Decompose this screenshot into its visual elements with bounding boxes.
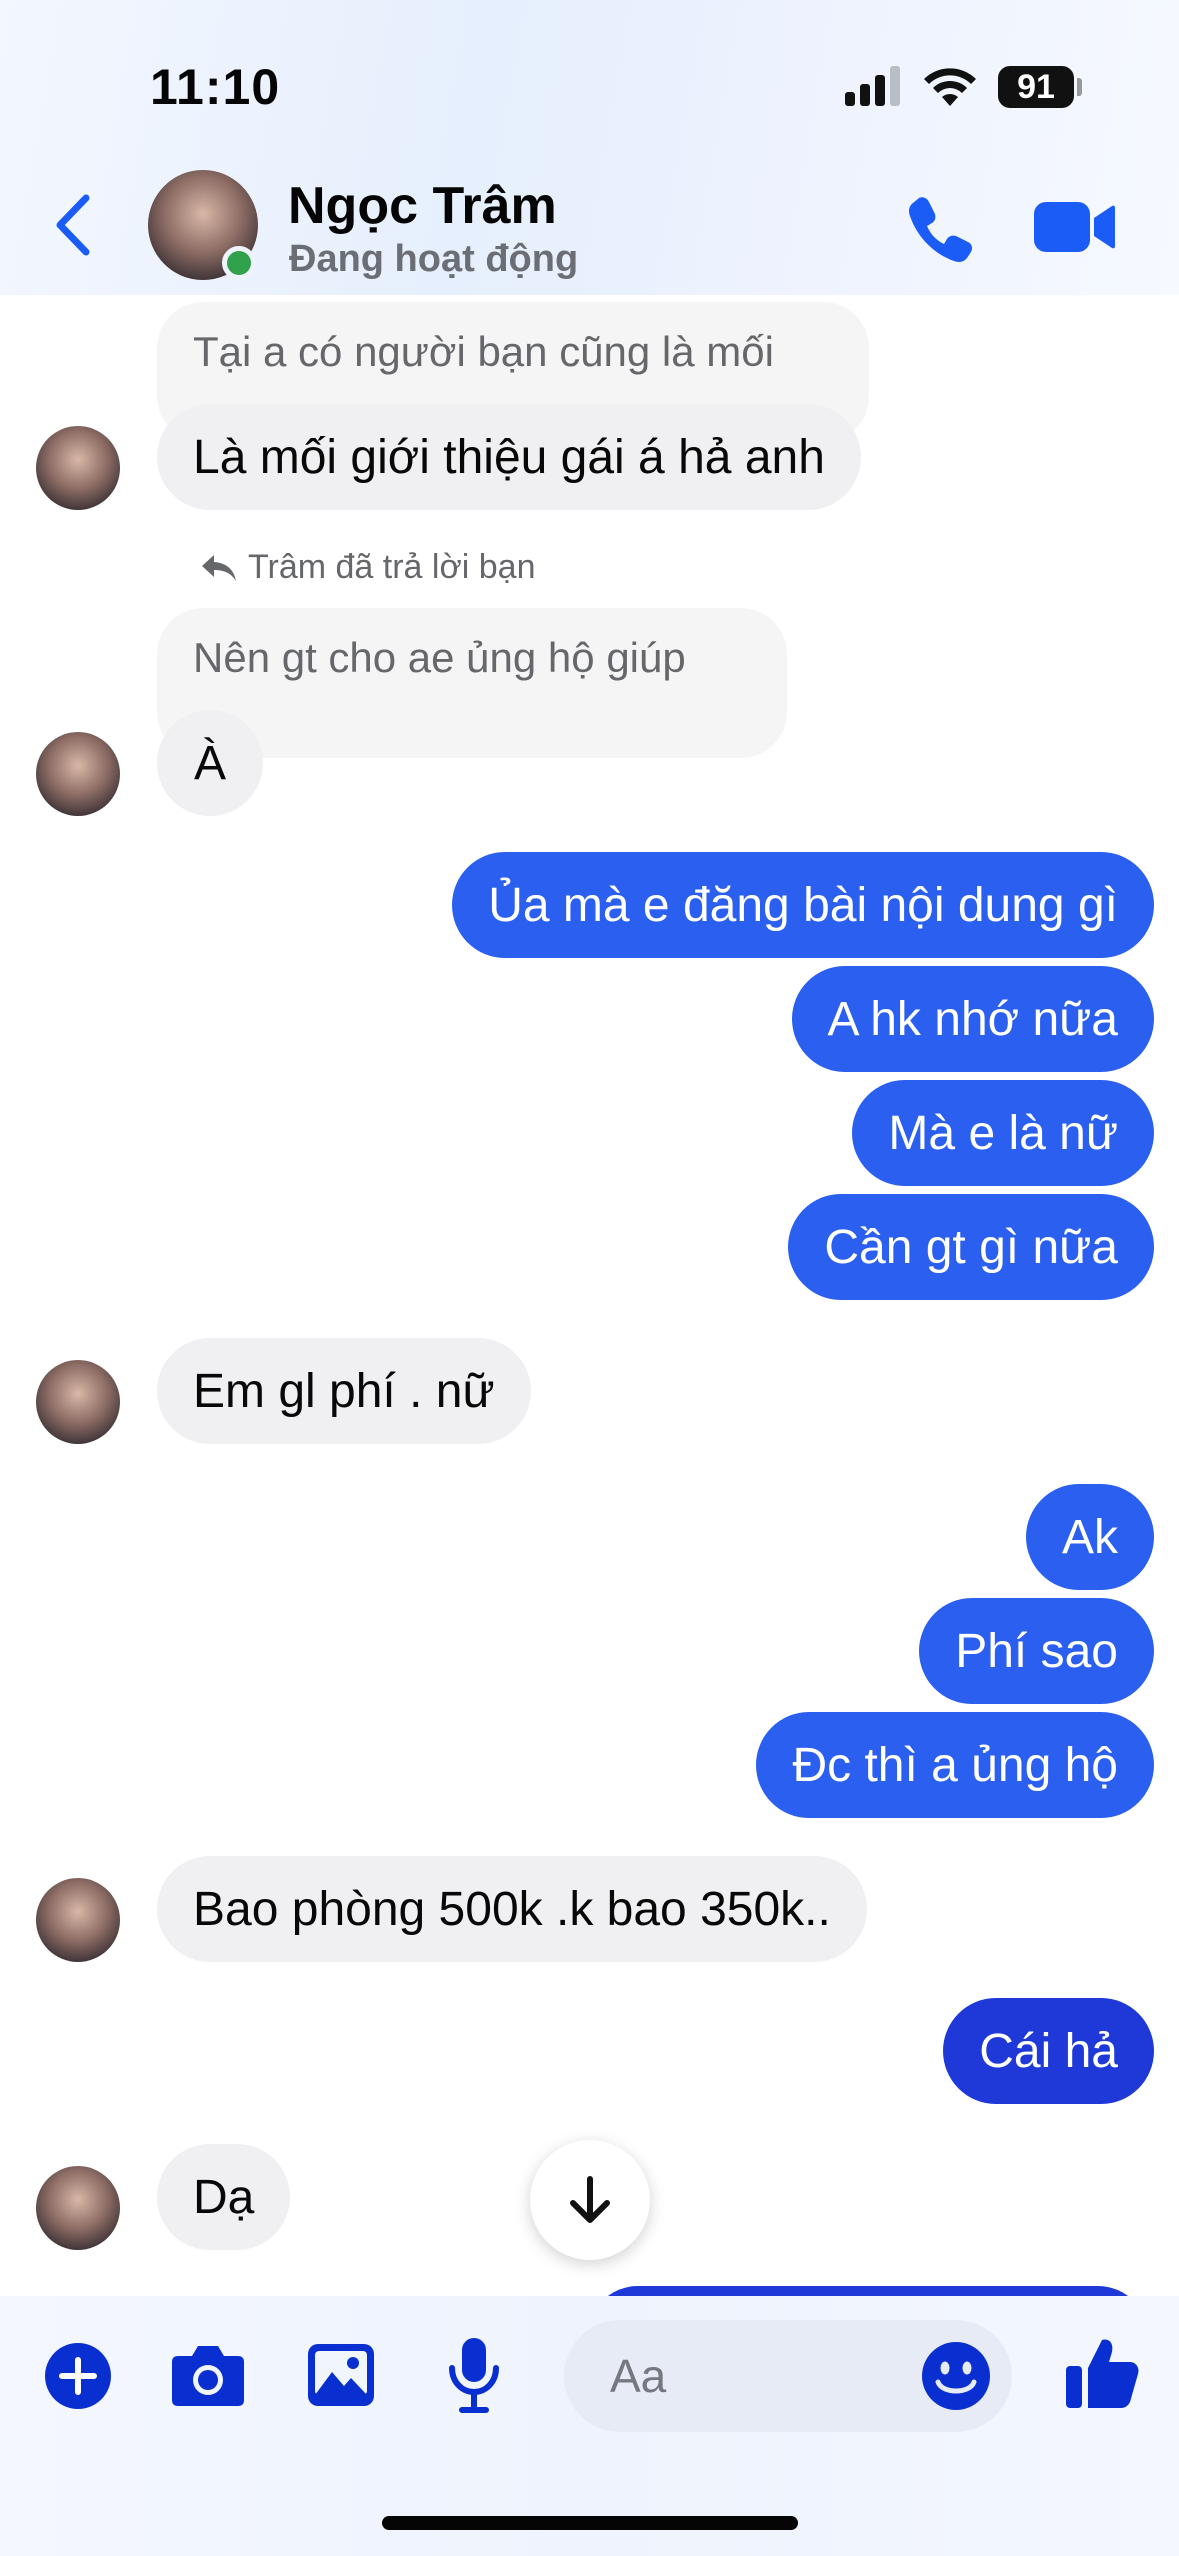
outgoing-message[interactable]: A hk nhớ nữa — [791, 966, 1154, 1072]
plus-icon[interactable] — [44, 2342, 112, 2410]
contact-status: Đang hoạt động — [289, 238, 579, 280]
incoming-message[interactable]: Em gl phí . nữ — [157, 1338, 531, 1444]
image-icon[interactable] — [306, 2342, 376, 2408]
contact-name[interactable]: Ngọc Trâm — [288, 176, 557, 236]
outgoing-message[interactable]: Ủa mà e đăng bài nội dung gì — [452, 852, 1154, 958]
phone-icon[interactable] — [905, 192, 977, 264]
outgoing-message[interactable]: Đc thì a ủng hộ — [756, 1712, 1154, 1818]
reply-indicator: Trâm đã trả lời bạn — [200, 548, 535, 587]
outgoing-message[interactable]: Phí sao — [919, 1598, 1154, 1704]
microphone-icon[interactable] — [446, 2336, 502, 2414]
emoji-icon[interactable] — [920, 2340, 992, 2412]
outgoing-message[interactable]: Mà e là nữ — [852, 1080, 1154, 1186]
battery-tip — [1077, 78, 1082, 96]
reply-arrow-icon — [202, 554, 236, 581]
thumbs-up-icon[interactable] — [1064, 2334, 1140, 2410]
sender-avatar[interactable] — [36, 426, 120, 510]
outgoing-message[interactable]: Cái hả — [943, 1998, 1154, 2104]
incoming-message[interactable]: Bao phòng 500k .k bao 350k.. — [157, 1856, 867, 1962]
video-camera-icon[interactable] — [1032, 198, 1116, 256]
sender-avatar[interactable] — [36, 1878, 120, 1962]
back-chevron-icon[interactable] — [48, 190, 98, 260]
outgoing-message[interactable]: Cần gt gì nữa — [788, 1194, 1154, 1300]
scroll-down-arrow-icon — [570, 2176, 610, 2223]
status-time: 11:10 — [150, 59, 281, 115]
message-input-placeholder: Aa — [610, 2350, 667, 2402]
online-status-dot — [222, 246, 256, 280]
scroll-down-button[interactable] — [530, 2140, 650, 2260]
outgoing-message[interactable]: Ak — [1025, 1484, 1154, 1590]
incoming-message[interactable]: À — [157, 710, 263, 816]
home-indicator — [382, 2516, 798, 2530]
camera-icon[interactable] — [170, 2342, 246, 2408]
sender-avatar[interactable] — [36, 732, 120, 816]
wifi-icon — [924, 68, 976, 106]
sender-avatar[interactable] — [36, 1360, 120, 1444]
battery-indicator: 91 — [998, 66, 1074, 108]
cellular-signal-icon — [845, 66, 901, 106]
sender-avatar[interactable] — [36, 2166, 120, 2250]
reply-label-text: Trâm đã trả lời bạn — [248, 548, 536, 586]
incoming-message[interactable]: Dạ — [157, 2144, 291, 2250]
incoming-message[interactable]: Là mối giới thiệu gái á hả anh — [157, 404, 861, 510]
